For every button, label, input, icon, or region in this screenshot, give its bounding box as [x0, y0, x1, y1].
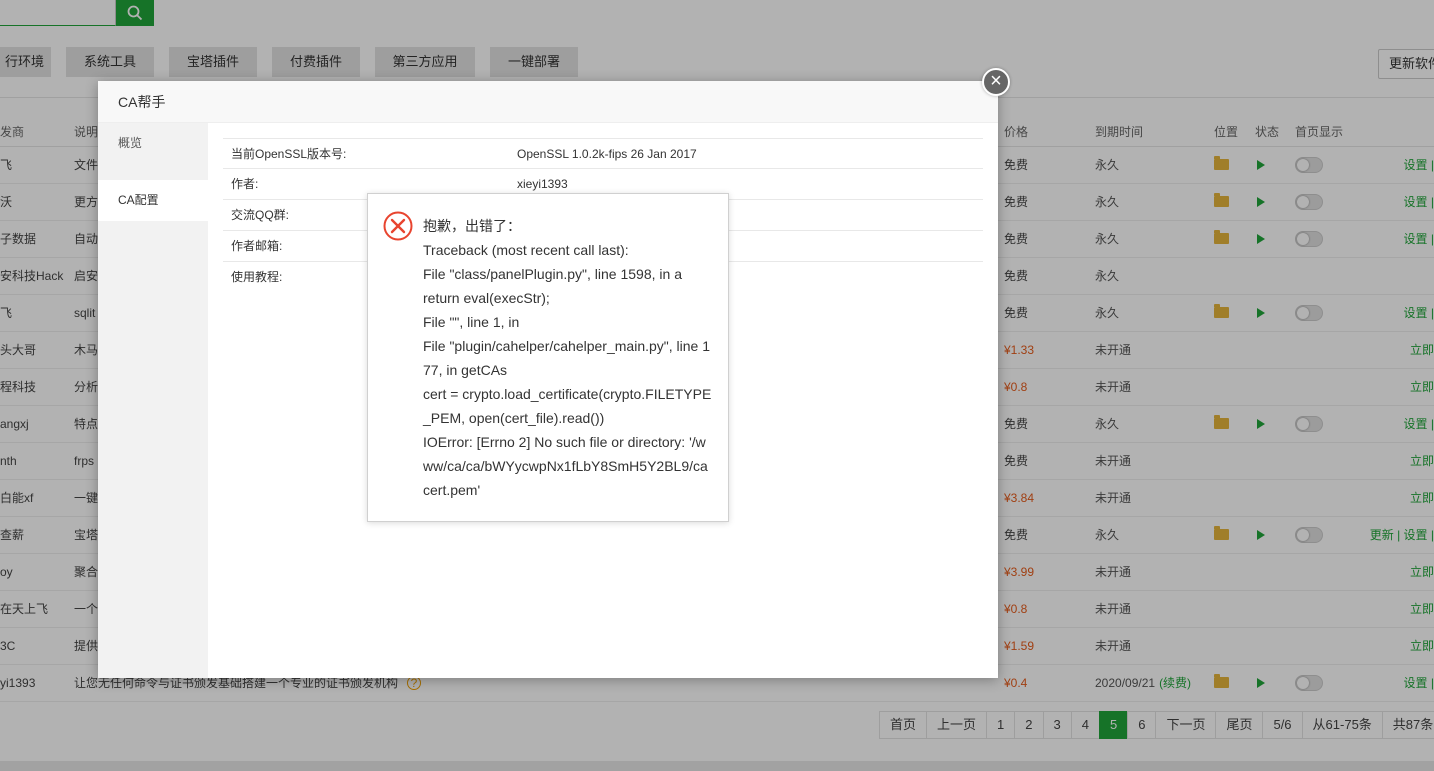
info-key: 使用教程: [231, 270, 283, 284]
error-message-popup: 抱歉，出错了： Traceback (most recent call last… [367, 193, 729, 522]
sidebar-item-overview[interactable]: 概览 [98, 123, 208, 164]
sidebar-item-ca-config[interactable]: CA配置 [98, 180, 208, 221]
info-row: 当前OpenSSL版本号: OpenSSL 1.0.2k-fips 26 Jan … [223, 138, 983, 169]
error-line: cert = crypto.load_certificate(crypto.FI… [423, 386, 712, 426]
info-key: 作者邮箱: [231, 239, 283, 253]
close-icon: × [990, 70, 1002, 92]
info-value: OpenSSL 1.0.2k-fips 26 Jan 2017 [517, 147, 697, 161]
error-line: IOError: [Errno 2] No such file or direc… [423, 434, 708, 498]
dialog-title: CA帮手 [98, 81, 998, 123]
error-line: File "class/panelPlugin.py", line 1598, … [423, 266, 682, 282]
info-key: 当前OpenSSL版本号: [231, 147, 347, 161]
error-text: 抱歉，出错了： Traceback (most recent call last… [423, 214, 713, 502]
dialog-sidebar: 概览 CA配置 [98, 123, 208, 678]
error-line: return eval(execStr); [423, 290, 550, 306]
error-line: File "plugin/cahelper/cahelper_main.py",… [423, 338, 710, 378]
error-icon [383, 211, 413, 241]
info-key: 交流QQ群: [231, 208, 290, 222]
error-line: Traceback (most recent call last): [423, 242, 629, 258]
info-key: 作者: [231, 177, 259, 191]
error-line: File "", line 1, in [423, 314, 520, 330]
error-line: 抱歉，出错了： [423, 218, 521, 234]
close-button[interactable]: × [982, 68, 1010, 96]
